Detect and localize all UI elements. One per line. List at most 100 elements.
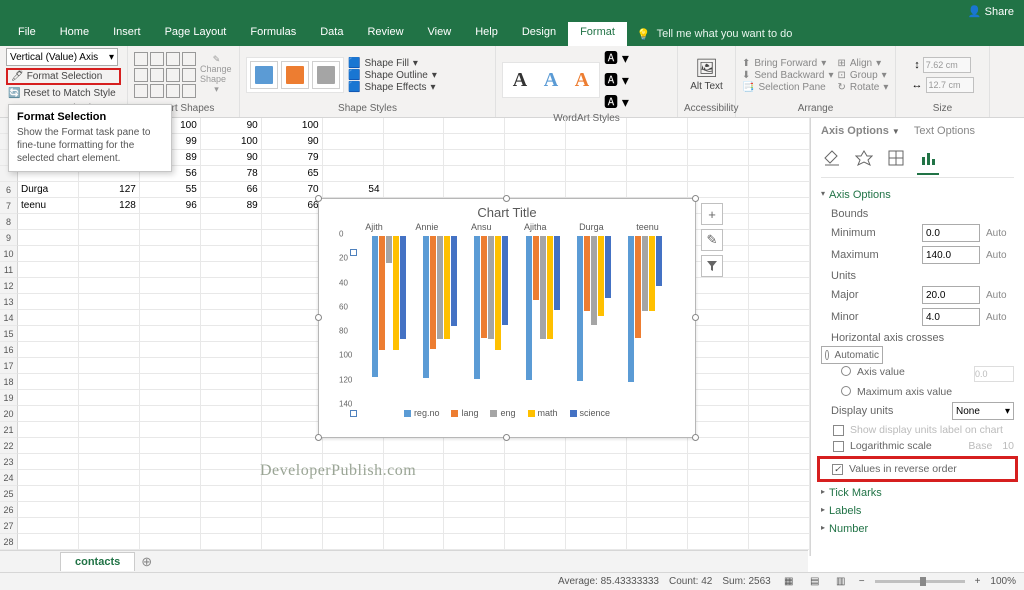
major-input[interactable]	[922, 286, 980, 304]
fill-line-icon[interactable]	[821, 147, 843, 169]
group-label: Arrange	[742, 102, 889, 115]
tab-design[interactable]: Design	[510, 22, 568, 46]
bounds-label: Bounds	[821, 204, 1014, 222]
shape-outline-button[interactable]: 🟦Shape Outline ▾	[348, 70, 437, 81]
text-outline-icon[interactable]: 🅰 ▾	[604, 70, 629, 90]
format-selection-icon: 🖊	[11, 71, 24, 82]
text-fill-icon[interactable]: 🅰 ▾	[604, 48, 629, 68]
chevron-down-icon: ▾	[109, 52, 114, 63]
chart-elements-button[interactable]: +	[701, 203, 723, 225]
tab-review[interactable]: Review	[355, 22, 415, 46]
group-accessibility: 🖼 Alt Text Accessibility	[678, 46, 736, 117]
tick-marks-section-header[interactable]: Tick Marks	[821, 484, 1014, 502]
size-properties-icon[interactable]	[885, 147, 907, 169]
alt-text-button[interactable]: 🖼 Alt Text	[689, 58, 725, 92]
text-effects-icon[interactable]: 🅰 ▾	[604, 92, 629, 112]
tab-formulas[interactable]: Formulas	[238, 22, 308, 46]
maximum-label: Maximum	[831, 249, 916, 261]
main: 6789101112131415161718192021222324252627…	[0, 118, 1024, 556]
auto-button[interactable]: Auto	[986, 228, 1014, 239]
pane-category-icons	[821, 143, 1014, 178]
maximum-input[interactable]	[922, 246, 980, 264]
width-icon: ↔	[912, 79, 923, 91]
reset-to-match-style-button[interactable]: 🔄 Reset to Match Style	[6, 87, 121, 100]
text-options-tab[interactable]: Text Options	[914, 125, 975, 137]
minimum-input[interactable]	[922, 224, 980, 242]
number-section-header[interactable]: Number	[821, 520, 1014, 538]
align-button[interactable]: ⊞ Align ▾	[837, 58, 888, 69]
axis-options-icon[interactable]	[917, 147, 939, 169]
shapes-gallery[interactable]	[134, 52, 196, 98]
ribbon-tabs: File Home Insert Page Layout Formulas Da…	[0, 22, 1024, 46]
display-units-label: Display units	[831, 405, 946, 417]
change-shape-button: ✎ Change Shape▾	[200, 55, 233, 95]
axis-value-radio[interactable]: Axis value	[821, 364, 1014, 384]
titlebar: 👤 Share	[0, 0, 1024, 22]
new-sheet-button[interactable]: ⊕	[135, 552, 155, 572]
rotate-button: ↻ Rotate ▾	[837, 82, 888, 93]
reset-icon: 🔄	[8, 88, 20, 99]
share-button[interactable]: 👤 Share	[968, 5, 1014, 18]
format-selection-button[interactable]: 🖊 Format Selection	[6, 68, 121, 85]
axis-options-tab[interactable]: Axis Options ▼	[821, 125, 900, 137]
tab-page-layout[interactable]: Page Layout	[153, 22, 239, 46]
chart-filters-button[interactable]	[701, 255, 723, 277]
wordart-gallery[interactable]: A A A	[502, 62, 600, 98]
page-break-view-button[interactable]: ▥	[833, 575, 849, 589]
tab-help[interactable]: Help	[463, 22, 510, 46]
row-headers[interactable]: 6789101112131415161718192021222324252627…	[0, 118, 18, 556]
group-label: Shape Styles	[246, 102, 489, 115]
tab-format[interactable]: Format	[568, 22, 627, 46]
zoom-in-button[interactable]: +	[975, 576, 981, 587]
display-units-select[interactable]: None▾	[952, 402, 1014, 420]
format-axis-pane: Axis Options ▼ Text Options Axis Options…	[810, 118, 1024, 556]
group-size: ↕ 7.62 cm ↔ 12.7 cm Size	[896, 46, 990, 117]
tab-file[interactable]: File	[6, 22, 48, 46]
sheet-tab-contacts[interactable]: contacts	[60, 552, 135, 571]
tab-insert[interactable]: Insert	[101, 22, 153, 46]
zoom-slider[interactable]	[875, 580, 965, 583]
shape-effects-button[interactable]: 🟦Shape Effects ▾	[348, 82, 437, 93]
chart-legend[interactable]: reg.nolangengmathscience	[319, 404, 695, 418]
chart-bars	[363, 236, 671, 396]
values-reverse-order-checkbox[interactable]: Values in reverse order	[820, 461, 1015, 477]
tab-data[interactable]: Data	[308, 22, 355, 46]
worksheet[interactable]: 6789101112131415161718192021222324252627…	[0, 118, 810, 556]
page-layout-view-button[interactable]: ▤	[807, 575, 823, 589]
status-count: Count: 42	[669, 576, 712, 587]
auto-button[interactable]: Auto	[986, 250, 1014, 261]
auto-button[interactable]: Auto	[986, 290, 1014, 301]
chart-side-buttons: + ✎	[701, 203, 723, 277]
zoom-level[interactable]: 100%	[990, 576, 1016, 587]
height-input[interactable]: 7.62 cm	[923, 57, 971, 73]
zoom-out-button[interactable]: −	[859, 576, 865, 587]
minimum-label: Minimum	[831, 227, 916, 239]
embedded-chart[interactable]: Chart Title AjithAnnieAnsuAjithaDurgatee…	[318, 198, 696, 438]
labels-section-header[interactable]: Labels	[821, 502, 1014, 520]
group-arrange: ⬆ Bring Forward ▾ ⬇ Send Backward ▾ 📑 Se…	[736, 46, 896, 117]
lightbulb-icon: 💡	[637, 28, 651, 41]
normal-view-button[interactable]: ▦	[781, 575, 797, 589]
automatic-radio[interactable]: Automatic	[821, 346, 883, 364]
tab-home[interactable]: Home	[48, 22, 101, 46]
axis-value-input[interactable]	[974, 366, 1014, 382]
effects-icon[interactable]	[853, 147, 875, 169]
minor-label: Minor	[831, 311, 916, 323]
auto-button[interactable]: Auto	[986, 312, 1014, 323]
minor-input[interactable]	[922, 308, 980, 326]
chart-element-dropdown[interactable]: Vertical (Value) Axis▾	[6, 48, 118, 66]
shape-style-gallery[interactable]	[246, 57, 344, 93]
shape-fill-button[interactable]: 🟦Shape Fill ▾	[348, 58, 437, 69]
tell-me[interactable]: 💡 Tell me what you want to do	[627, 22, 802, 46]
max-axis-value-radio[interactable]: Maximum axis value	[821, 384, 1014, 400]
plot-area[interactable]: 020406080100120140	[333, 234, 681, 404]
axis-options-section-header[interactable]: Axis Options	[821, 186, 1014, 204]
width-input[interactable]: 12.7 cm	[926, 77, 974, 93]
log-scale-checkbox[interactable]: Logarithmic scaleBase10	[821, 438, 1014, 454]
selection-pane-button[interactable]: 📑 Selection Pane	[742, 82, 833, 93]
tab-view[interactable]: View	[416, 22, 464, 46]
chart-styles-button[interactable]: ✎	[701, 229, 723, 251]
group-label: Size	[902, 102, 983, 115]
chart-title[interactable]: Chart Title	[319, 199, 695, 222]
units-label: Units	[821, 266, 1014, 284]
